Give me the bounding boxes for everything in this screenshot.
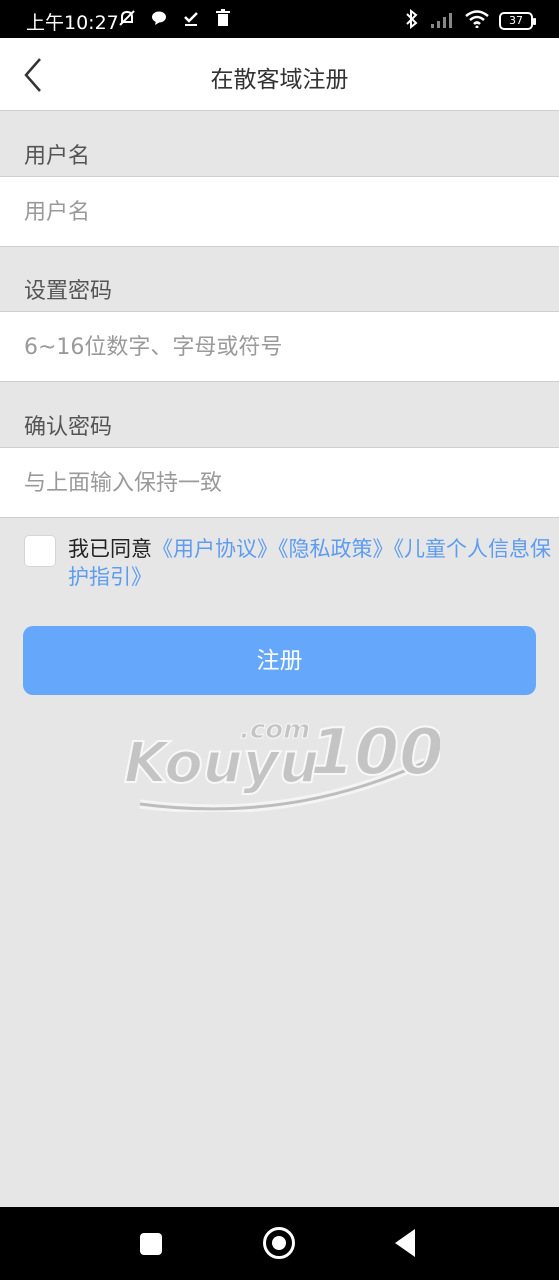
username-input[interactable] bbox=[24, 195, 534, 229]
status-bar: 上午10:27 37 bbox=[0, 0, 559, 38]
password-label: 设置密码 bbox=[24, 279, 113, 304]
confirm-password-input[interactable] bbox=[24, 466, 534, 500]
logo-number: 100 bbox=[310, 716, 440, 790]
password-input[interactable] bbox=[24, 330, 534, 364]
chat-icon bbox=[150, 9, 168, 27]
system-status-icons: 37 bbox=[405, 8, 536, 33]
agreement-row: 我已同意《用户协议》《隐私政策》《儿童个人信息保护指引》 bbox=[24, 535, 559, 597]
nav-back-icon[interactable] bbox=[395, 1229, 415, 1257]
user-agreement-link[interactable]: 《用户协议》 bbox=[152, 537, 278, 561]
privacy-policy-link[interactable]: 《隐私政策》 bbox=[278, 537, 394, 561]
register-button[interactable]: 注册 bbox=[23, 626, 536, 695]
download-done-icon bbox=[182, 9, 200, 27]
recent-apps-icon[interactable] bbox=[140, 1233, 162, 1255]
mute-icon bbox=[118, 9, 136, 27]
signal-icon bbox=[429, 10, 455, 32]
username-field-row bbox=[0, 176, 559, 247]
agreement-text: 我已同意《用户协议》《隐私政策》《儿童个人信息保护指引》 bbox=[68, 535, 559, 591]
page-title: 在散客域注册 bbox=[210, 67, 349, 93]
agree-checkbox[interactable] bbox=[24, 535, 56, 567]
bluetooth-icon bbox=[405, 8, 419, 33]
username-label: 用户名 bbox=[24, 144, 91, 169]
logo-suffix: .com bbox=[240, 715, 310, 745]
confirm-password-label: 确认密码 bbox=[24, 415, 113, 440]
trash-icon bbox=[214, 9, 232, 27]
password-field-row bbox=[0, 311, 559, 382]
wifi-icon bbox=[465, 10, 489, 32]
agreement-prefix: 我已同意 bbox=[68, 537, 152, 561]
confirm-password-field-row bbox=[0, 447, 559, 518]
kouyu100-logo: Kouyu 100 .com bbox=[120, 712, 445, 814]
notification-icons bbox=[118, 9, 232, 27]
battery-icon: 37 bbox=[499, 12, 536, 30]
status-time: 上午10:27 bbox=[26, 12, 119, 34]
system-nav-bar bbox=[0, 1207, 559, 1280]
home-icon[interactable] bbox=[263, 1227, 295, 1259]
title-bar: 在散客域注册 bbox=[0, 38, 559, 111]
